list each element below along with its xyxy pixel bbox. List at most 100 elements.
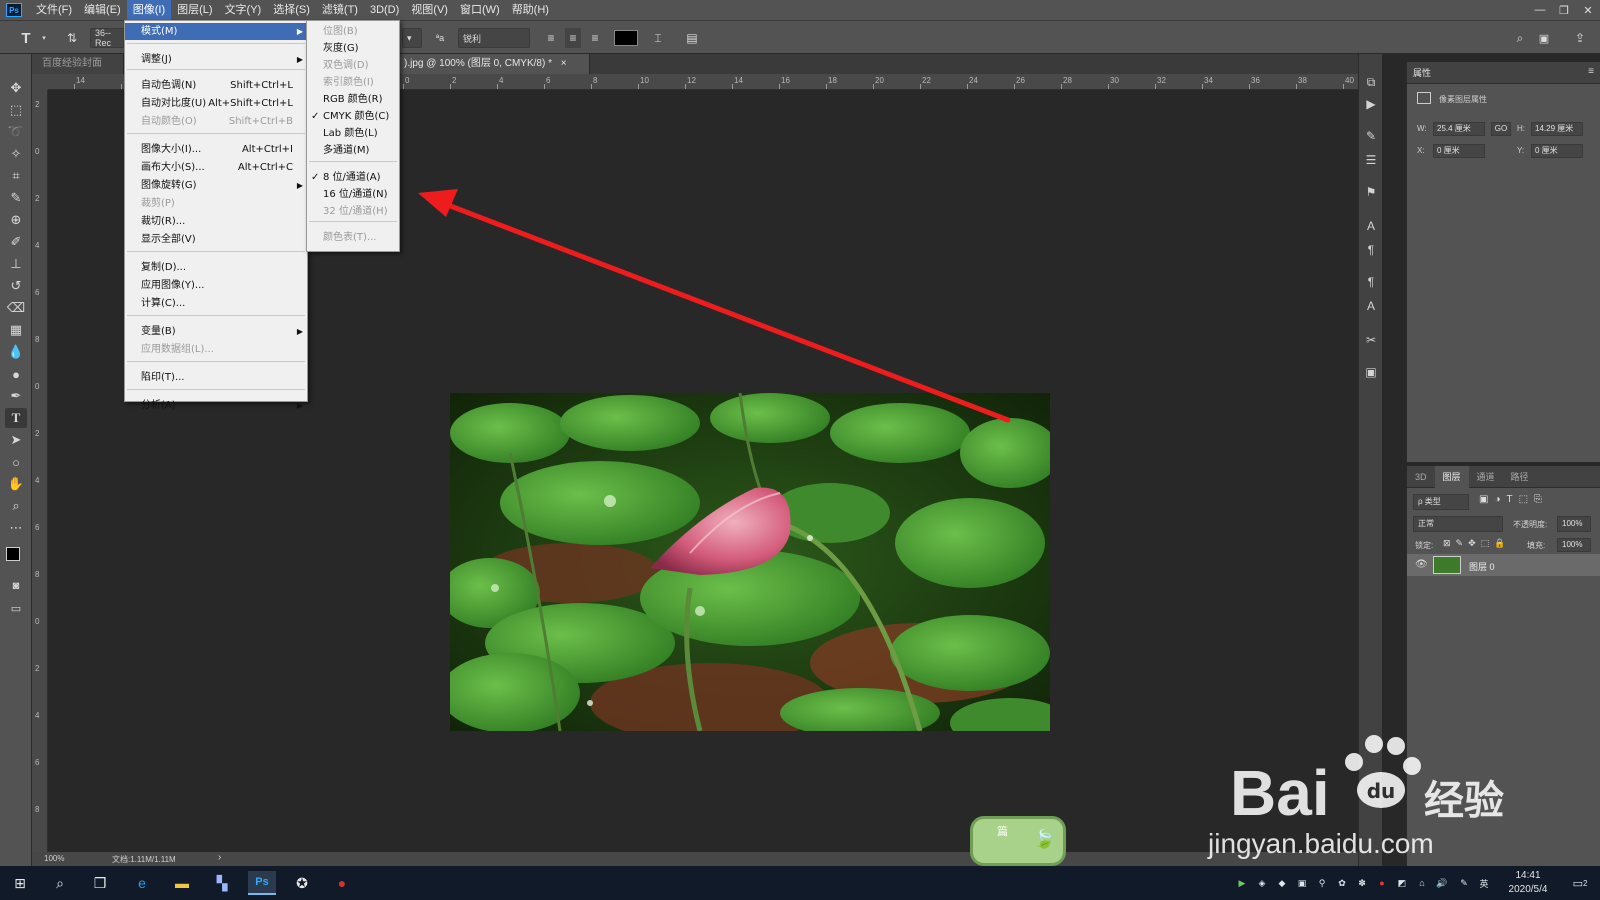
text-color-swatch[interactable] (614, 30, 638, 46)
character-panel-icon[interactable]: ▤ (684, 28, 700, 48)
windows-start-icon[interactable]: ⊞ (6, 871, 34, 895)
zoom-level[interactable]: 100% (44, 854, 64, 863)
edge-browser-icon[interactable]: e (128, 871, 156, 895)
tab-channels[interactable]: 通道 (1469, 466, 1503, 488)
mode-menu-multichannel[interactable]: 多通道(M) (307, 142, 399, 159)
mode-menu-32-bit[interactable]: 32 位/通道(H) (307, 203, 399, 220)
ruler-origin[interactable] (32, 74, 48, 90)
warp-text-icon[interactable]: ⌶ (650, 28, 666, 48)
tray-record-icon[interactable]: ● (1376, 877, 1388, 889)
mode-menu-grayscale[interactable]: 灰度(G) (307, 40, 399, 57)
mode-menu-indexed-color[interactable]: 索引颜色(I) (307, 74, 399, 91)
baidu-app-icon[interactable]: ✪ (288, 871, 316, 895)
menu-help[interactable]: 帮助(H) (506, 0, 555, 20)
image-menu-auto-tone[interactable]: 自动色调(N) Shift+Ctrl+L (125, 77, 307, 94)
eyedropper-tool-icon[interactable]: ✎ (5, 188, 27, 208)
glyphs-icon[interactable]: A (1363, 298, 1379, 314)
preset-dropdown-arrow-icon[interactable]: ▾ (40, 28, 48, 48)
tray-shield-icon[interactable]: ◆ (1276, 877, 1288, 889)
antialias-select[interactable]: 锐利 (458, 28, 530, 48)
mode-menu-duotone[interactable]: 双色调(D) (307, 57, 399, 74)
marquee-tool-icon[interactable]: ⬚ (5, 100, 27, 120)
tray-app2-icon[interactable]: ✿ (1336, 877, 1348, 889)
foreground-color-swatch[interactable] (6, 547, 20, 561)
photoshop-taskbar-icon[interactable]: Ps (248, 871, 276, 895)
healing-brush-tool-icon[interactable]: ⊕ (5, 210, 27, 230)
mode-menu-rgb-color[interactable]: RGB 颜色(R) (307, 91, 399, 108)
tab-3d[interactable]: 3D (1407, 466, 1435, 488)
layer-row[interactable]: 👁 图层 0 (1407, 554, 1600, 576)
tray-pen-icon[interactable]: ✎ (1458, 877, 1470, 889)
image-menu-auto-color[interactable]: 自动颜色(O) Shift+Ctrl+B (125, 113, 307, 130)
quick-mask-icon[interactable]: ◙ (5, 576, 27, 596)
align-left-icon[interactable]: ≡ (543, 28, 559, 48)
layer-name[interactable]: 图层 0 (1469, 560, 1495, 573)
menu-layer[interactable]: 图层(L) (171, 0, 218, 20)
lock-icons[interactable]: ⊠✎✥⬚🔒 (1443, 538, 1510, 549)
width-field[interactable]: 25.4 厘米 (1433, 122, 1485, 136)
tab-document-1[interactable]: 百度经验封面1.psd (32, 54, 124, 74)
eraser-tool-icon[interactable]: ⌫ (5, 298, 27, 318)
dodge-tool-icon[interactable]: ● (5, 364, 27, 384)
image-menu-image-rotation[interactable]: 图像旋转(G) ▶ (125, 177, 307, 194)
tray-volume-icon[interactable]: 🔊 (1436, 877, 1448, 889)
image-menu-adjustments[interactable]: 调整(J) ▶ (125, 51, 307, 68)
text-orientation-icon[interactable]: ⇅ (62, 28, 82, 48)
more-tools-icon[interactable]: ⋯ (5, 518, 27, 538)
tray-clock[interactable]: 14:41 2020/5/4 (1500, 869, 1556, 897)
mode-menu-8-bit[interactable]: ✓ 8 位/通道(A) (307, 169, 399, 186)
paragraph-icon[interactable]: ¶ (1363, 242, 1379, 258)
task-view-icon[interactable]: ❒ (86, 871, 114, 895)
height-field[interactable]: 14.29 厘米 (1531, 122, 1583, 136)
tray-app3-icon[interactable]: ✽ (1356, 877, 1368, 889)
mode-menu-cmyk-color[interactable]: ✓ CMYK 颜色(C) (307, 108, 399, 125)
status-arrow-icon[interactable]: › (218, 852, 221, 863)
align-right-icon[interactable]: ≡ (587, 28, 603, 48)
image-menu-crop[interactable]: 裁剪(P) (125, 195, 307, 212)
image-menu-analysis[interactable]: 分析(A) ▶ (125, 397, 307, 414)
image-menu-image-size[interactable]: 图像大小(I)... Alt+Ctrl+I (125, 141, 307, 158)
font-size-field[interactable]: 36-- Rec (90, 28, 126, 48)
layer-filter-icons[interactable]: ▣◑T⬚⎘ (1479, 494, 1548, 505)
layer-filter-select[interactable]: ρ 类型 (1413, 494, 1469, 510)
share-icon[interactable]: ⇪ (1572, 28, 1588, 48)
taskbar-search-icon[interactable]: ⌕ (46, 871, 74, 895)
brush-settings-icon[interactable]: ✎ (1363, 128, 1379, 144)
close-button[interactable]: ✕ (1576, 0, 1600, 20)
tool-presets-icon[interactable]: ✂ (1363, 332, 1379, 348)
tray-network-icon[interactable]: ⌂ (1416, 877, 1428, 889)
image-menu-canvas-size[interactable]: 画布大小(S)... Alt+Ctrl+C (125, 159, 307, 176)
image-menu-duplicate[interactable]: 复制(D)... (125, 259, 307, 276)
hand-tool-icon[interactable]: ✋ (5, 474, 27, 494)
adjustments-icon[interactable]: ☰ (1363, 152, 1379, 168)
gradient-tool-icon[interactable]: ▦ (5, 320, 27, 340)
type-tool-preset-icon[interactable]: T (14, 28, 38, 48)
image-menu-apply-data-set[interactable]: 应用数据组(L)... (125, 341, 307, 358)
panel-menu-icon[interactable]: ≡ (1588, 66, 1594, 77)
crop-tool-icon[interactable]: ⌗ (5, 166, 27, 186)
lasso-tool-icon[interactable]: ➰ (5, 122, 27, 142)
opacity-field[interactable]: 100% (1557, 516, 1591, 532)
tray-app-icon[interactable]: ▣ (1296, 877, 1308, 889)
minimize-button[interactable]: — (1528, 0, 1552, 20)
mode-menu-color-table[interactable]: 颜色表(T)... (307, 229, 399, 246)
tray-security-icon[interactable]: ◈ (1256, 877, 1268, 889)
tray-nvidia-icon[interactable]: ▶ (1236, 877, 1248, 889)
jingyan-badge[interactable]: 篇 🍃 (970, 816, 1066, 866)
fill-field[interactable]: 100% (1557, 538, 1591, 552)
mode-menu-lab-color[interactable]: Lab 颜色(L) (307, 125, 399, 142)
menu-type[interactable]: 文字(Y) (219, 0, 268, 20)
menu-filter[interactable]: 滤镜(T) (316, 0, 364, 20)
character-icon[interactable]: A (1363, 218, 1379, 234)
zoom-tool-icon[interactable]: ⌕ (5, 496, 27, 516)
history-panel-icon[interactable]: ⧉ (1363, 74, 1379, 90)
recorder-icon[interactable]: ● (328, 871, 356, 895)
navigator-icon[interactable]: ▣ (1363, 364, 1379, 380)
type-tool-icon[interactable]: T (5, 408, 27, 428)
mode-menu-16-bit[interactable]: 16 位/通道(N) (307, 186, 399, 203)
menu-file[interactable]: 文件(F) (30, 0, 78, 20)
actions-panel-icon[interactable]: ▶ (1363, 96, 1379, 112)
tab-layers[interactable]: 图层 (1434, 466, 1469, 488)
restore-button[interactable]: ❐ (1552, 0, 1576, 20)
paragraph-styles-icon[interactable]: ¶ (1363, 274, 1379, 290)
